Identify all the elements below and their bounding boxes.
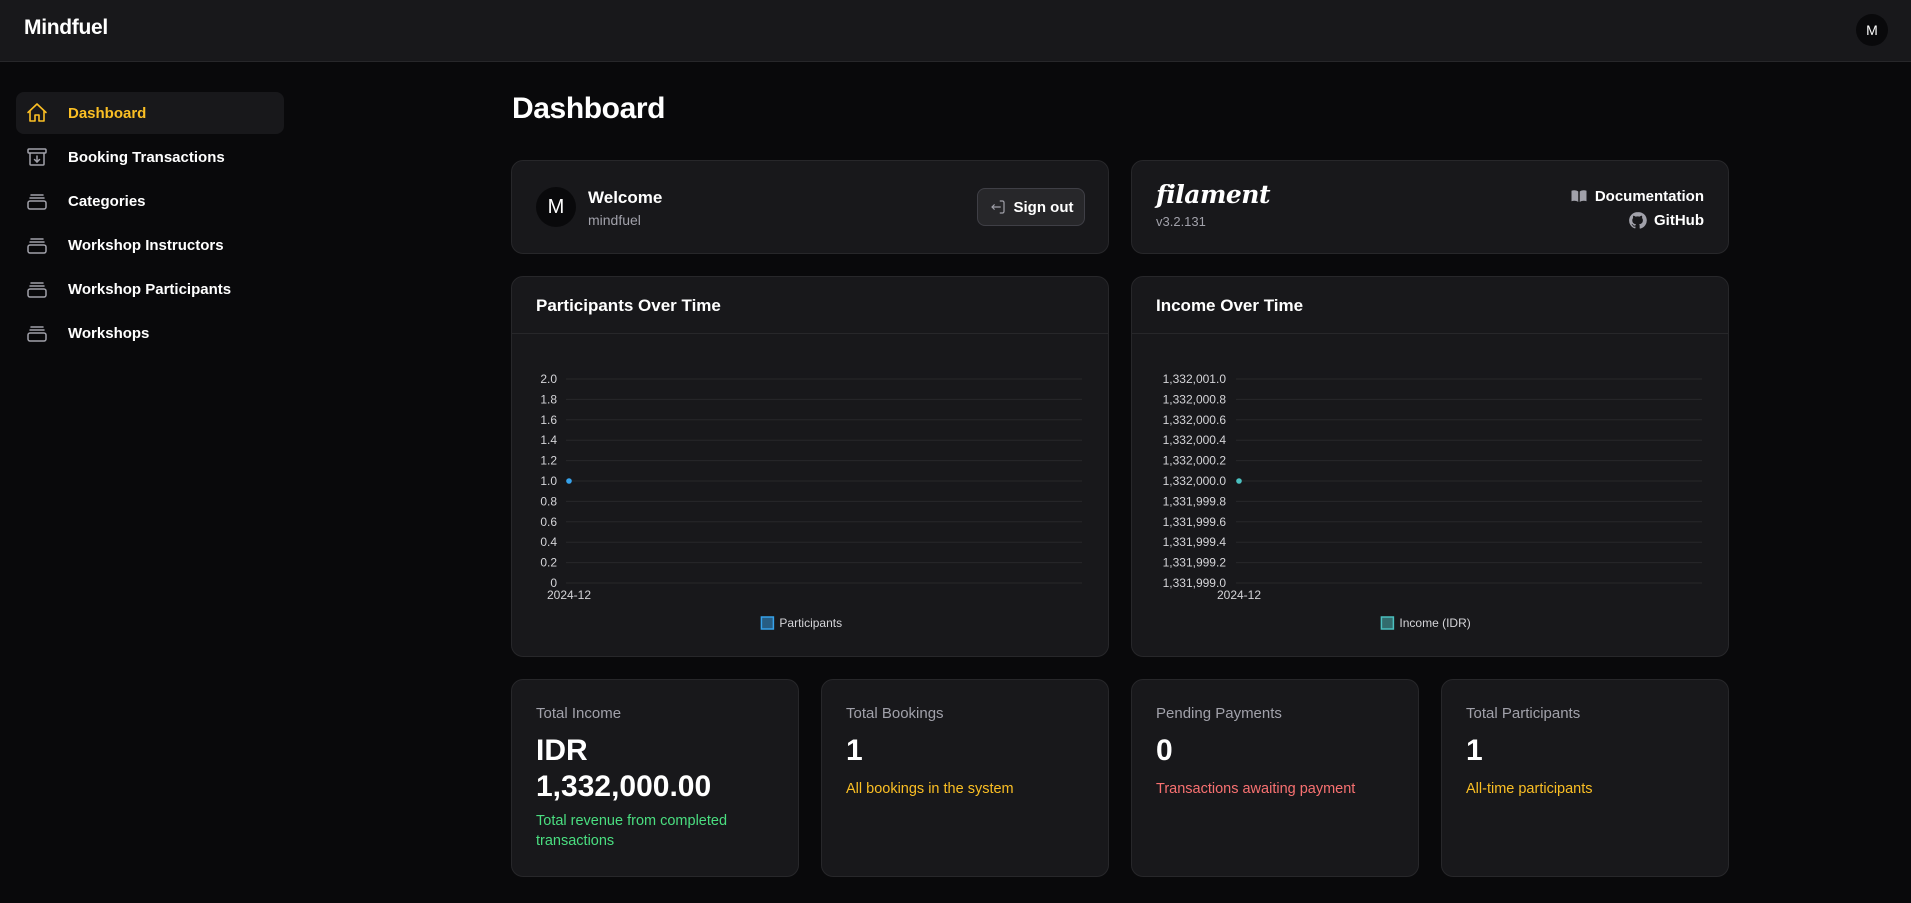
data-point[interactable]	[1236, 478, 1242, 484]
y-tick-label: 1,331,999.4	[1163, 535, 1227, 549]
legend-label[interactable]: Participants	[779, 616, 842, 630]
documentation-link[interactable]: Documentation	[1570, 187, 1704, 205]
chart-title: Income Over Time	[1156, 296, 1304, 315]
stat-description: Total revenue from completed transaction…	[536, 813, 728, 849]
y-tick-label: 2.0	[540, 372, 557, 386]
stat-value: 1	[846, 734, 863, 767]
documentation-label: Documentation	[1594, 187, 1704, 205]
user-avatar-button[interactable]: M	[1856, 14, 1888, 46]
sidebar-item-categories[interactable]: Categories	[16, 180, 284, 222]
stat-label: Total Bookings	[846, 705, 944, 722]
participants-chart-widget: Participants Over Time 2.0 1.8 1.6 1.4 1.2 1.…	[511, 276, 1109, 657]
sidebar-item-label: Booking Transactions	[68, 148, 225, 166]
filament-info-widget: filament v3.2.131 Documentation GitHub	[1131, 160, 1729, 254]
y-tick-label: 1.6	[540, 413, 557, 427]
welcome-heading: Welcome	[588, 188, 663, 207]
stat-value: 0	[1156, 734, 1173, 767]
sidebar-item-label: Workshop Instructors	[68, 236, 224, 254]
github-icon	[1629, 212, 1647, 229]
stat-total-income: Total Income IDR 1,332,000.00 Total reve…	[511, 679, 799, 877]
sidebar-item-booking-transactions[interactable]: Booking Transactions	[16, 136, 284, 178]
stat-label: Pending Payments	[1156, 705, 1282, 722]
y-tick-label: 1.2	[540, 454, 557, 468]
y-tick-label: 0.8	[540, 494, 557, 508]
stat-label: Total Income	[536, 705, 622, 722]
version-label: v3.2.131	[1156, 214, 1206, 229]
y-tick-label: 1,332,001.0	[1163, 372, 1227, 386]
stat-value: 1	[1466, 734, 1483, 767]
rectangle-stack-icon	[27, 194, 47, 210]
income-chart-widget: Income Over Time 1,332,001.0 1,332,000.8 1…	[1131, 276, 1729, 657]
y-tick-label: 1,331,999.8	[1163, 494, 1227, 508]
username: mindfuel	[588, 212, 641, 228]
y-tick-label: 1,332,000.8	[1163, 392, 1227, 406]
stat-description: All-time participants	[1466, 781, 1593, 797]
data-point[interactable]	[566, 478, 572, 484]
y-tick-label: 1,332,000.2	[1163, 454, 1227, 468]
y-tick-label: 1,332,000.6	[1163, 413, 1227, 427]
sign-out-button[interactable]: Sign out	[977, 188, 1085, 226]
github-label: GitHub	[1654, 212, 1704, 229]
sidebar-item-workshop-instructors[interactable]: Workshop Instructors	[16, 224, 284, 266]
y-tick-label: 1,332,000.0	[1163, 474, 1227, 488]
top-bar: Mindfuel M	[0, 0, 1911, 62]
filament-logo[interactable]: filament	[1156, 180, 1271, 209]
sidebar-item-label: Dashboard	[68, 104, 147, 122]
chart-title: Participants Over Time	[536, 296, 721, 315]
brand-logo[interactable]: Mindfuel	[24, 16, 108, 40]
rectangle-stack-icon	[27, 282, 47, 298]
sidebar-item-label: Workshops	[68, 324, 150, 342]
sidebar-item-label: Workshop Participants	[68, 280, 232, 298]
y-tick-label: 1.0	[540, 474, 557, 488]
y-tick-label: 1.4	[540, 433, 557, 447]
y-tick-label: 0.6	[540, 515, 557, 529]
stat-label: Total Participants	[1466, 705, 1581, 722]
book-open-icon	[1571, 190, 1587, 202]
stat-total-participants: Total Participants 1 All-time participan…	[1441, 679, 1729, 877]
income-chart: 1,332,001.0 1,332,000.8 1,332,000.6 1,332,0…	[1163, 372, 1702, 630]
page-title: Dashboard	[512, 92, 666, 125]
sidebar-item-workshop-participants[interactable]: Workshop Participants	[16, 268, 284, 310]
legend-label[interactable]: Income (IDR)	[1399, 616, 1470, 630]
sign-out-icon	[990, 200, 1005, 214]
x-tick-label: 2024-12	[1217, 588, 1261, 602]
avatar: M	[536, 187, 576, 227]
sidebar: Dashboard Booking Transactions Categorie…	[16, 92, 284, 356]
sign-out-label: Sign out	[1013, 198, 1074, 216]
y-tick-label: 0.2	[540, 556, 557, 570]
home-icon	[27, 103, 47, 122]
stat-value: IDR 1,332,000.00	[536, 733, 776, 805]
y-tick-label: 1,331,999.2	[1163, 556, 1227, 570]
stat-description: All bookings in the system	[846, 781, 1014, 797]
y-tick-label: 1,332,000.4	[1163, 433, 1227, 447]
stat-total-bookings: Total Bookings 1 All bookings in the sys…	[821, 679, 1109, 877]
x-tick-label: 2024-12	[547, 588, 591, 602]
archive-box-arrow-down-icon	[27, 148, 47, 166]
stat-description: Transactions awaiting payment	[1156, 781, 1356, 797]
y-tick-label: 1,331,999.6	[1163, 515, 1227, 529]
sidebar-item-label: Categories	[68, 192, 146, 210]
sidebar-item-dashboard[interactable]: Dashboard	[16, 92, 284, 134]
stat-value-amount: 1,332,000.00	[536, 770, 712, 803]
participants-chart: 2.01.81.61.41.21.00.80.60.40.202024-12Pa…	[540, 372, 1082, 630]
y-tick-label: 1.8	[540, 392, 557, 406]
legend-swatch[interactable]	[760, 616, 775, 630]
stat-value-currency: IDR	[536, 734, 588, 767]
account-widget: M Welcome mindfuel Sign out	[511, 160, 1109, 254]
github-link[interactable]: GitHub	[1628, 211, 1704, 230]
y-tick-label: 0.4	[540, 535, 557, 549]
rectangle-stack-icon	[27, 238, 47, 254]
rectangle-stack-icon	[27, 326, 47, 342]
legend-swatch[interactable]	[1380, 616, 1395, 630]
stat-pending-payments: Pending Payments 0 Transactions awaiting…	[1131, 679, 1419, 877]
sidebar-item-workshops[interactable]: Workshops	[16, 312, 284, 354]
